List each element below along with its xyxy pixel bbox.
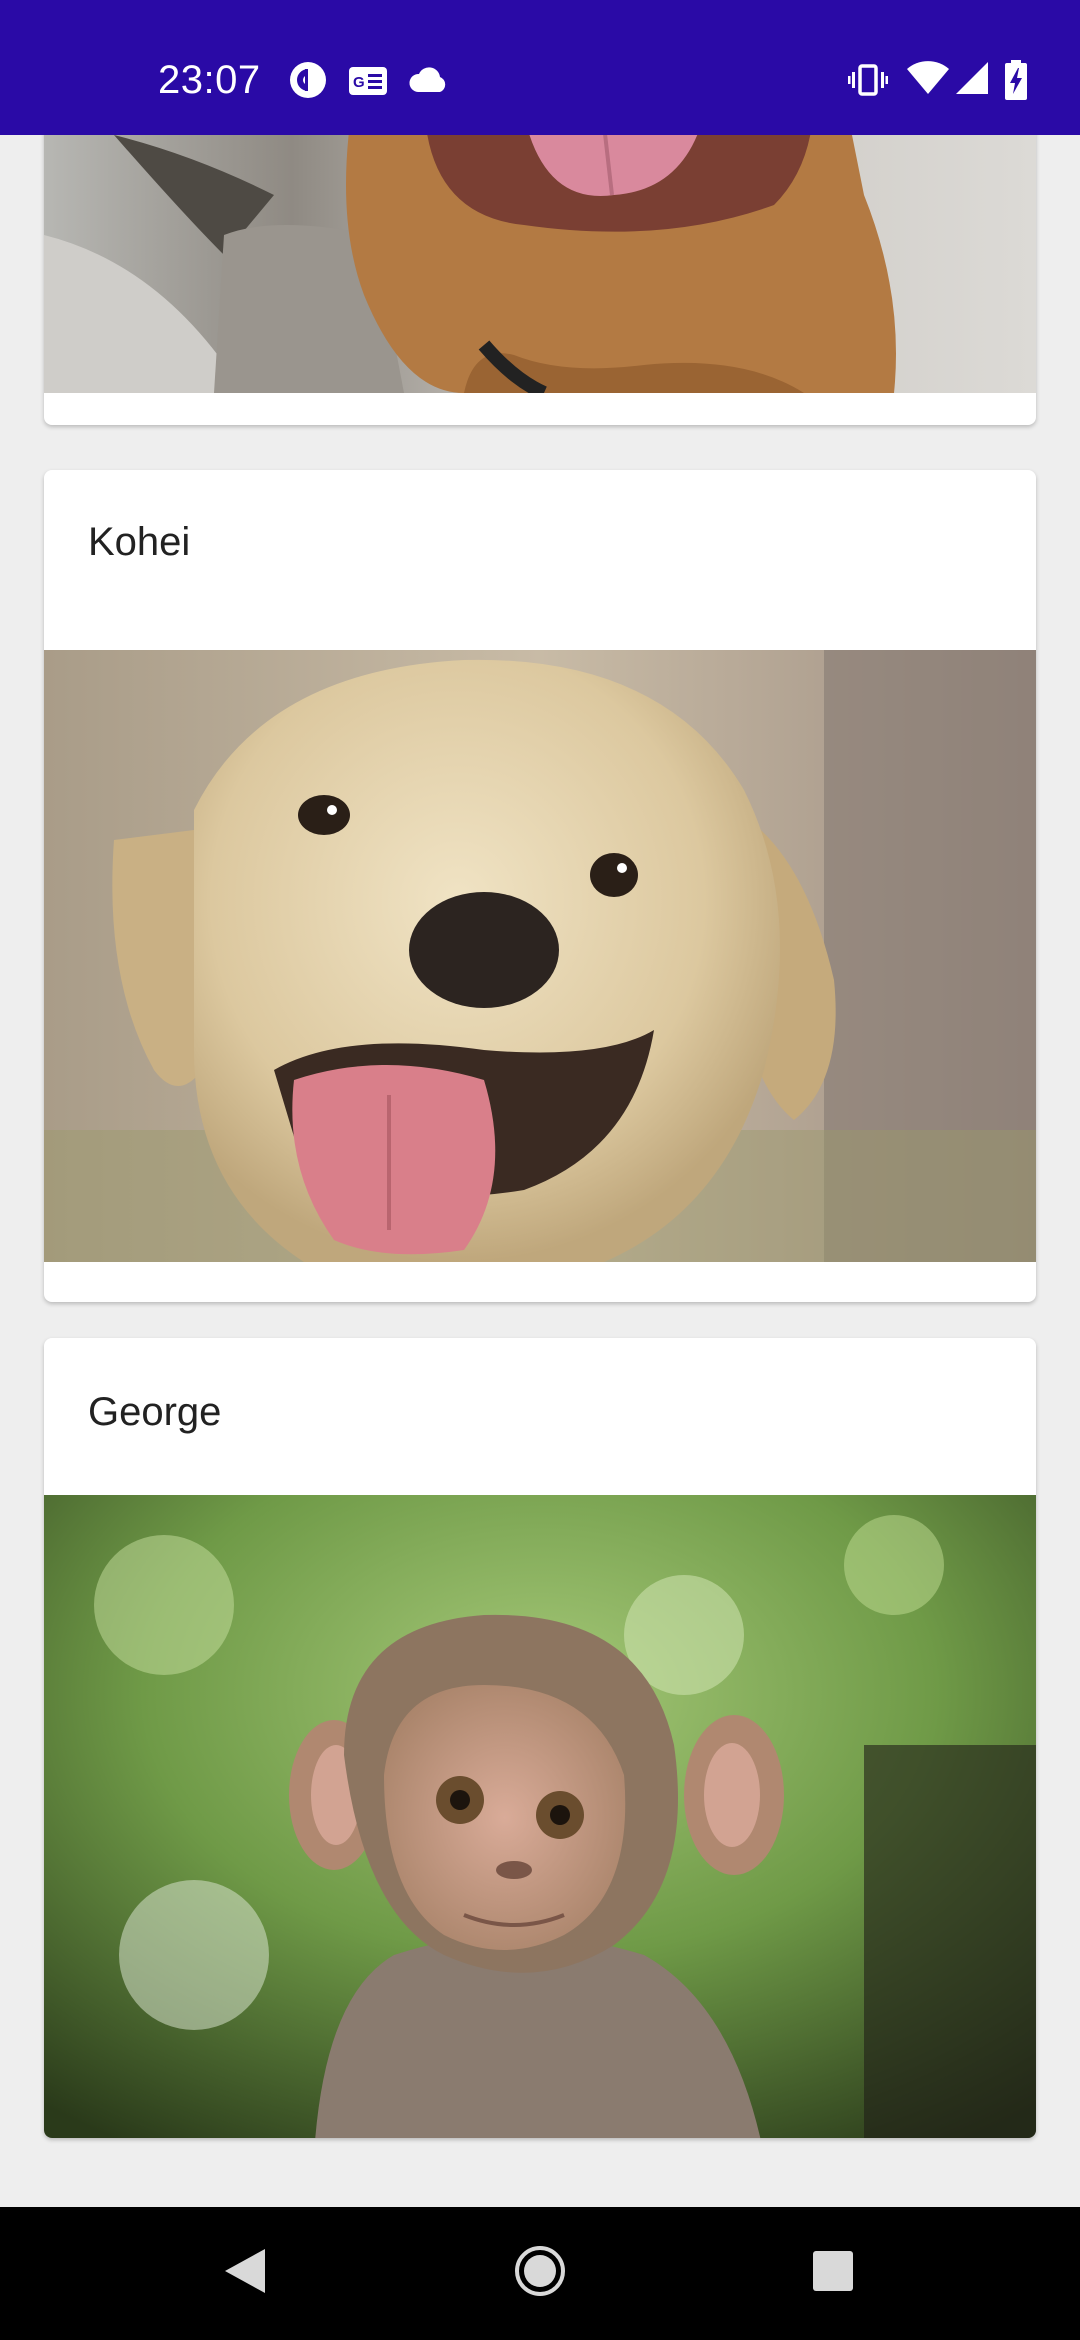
battery-charging-icon (1004, 60, 1028, 100)
pet-image (44, 135, 1036, 393)
pet-image (44, 650, 1036, 1262)
signal-icon (954, 60, 990, 96)
pet-list[interactable]: Kohei George (0, 135, 1080, 2207)
back-button[interactable] (200, 2207, 290, 2340)
home-icon (514, 2245, 566, 2302)
wifi-icon (906, 60, 950, 96)
cloud-icon (408, 66, 450, 94)
home-button[interactable] (495, 2207, 585, 2340)
svg-text:G: G (353, 74, 365, 91)
status-bar: 23:07 G (0, 0, 1080, 135)
recents-button[interactable] (788, 2207, 878, 2340)
pet-name: Kohei (88, 520, 191, 564)
news-icon: G (348, 66, 388, 96)
pet-card[interactable] (44, 135, 1036, 425)
pet-name: George (88, 1390, 222, 1434)
vibrate-icon (848, 60, 888, 100)
status-time: 23:07 (158, 58, 261, 102)
recents-icon (812, 2250, 854, 2297)
navigation-bar (0, 2207, 1080, 2340)
pet-card[interactable]: Kohei (44, 470, 1036, 1302)
back-icon (223, 2247, 267, 2300)
pocket-casts-icon (288, 60, 328, 100)
pet-card[interactable]: George (44, 1338, 1036, 2138)
pet-image (44, 1495, 1036, 2138)
